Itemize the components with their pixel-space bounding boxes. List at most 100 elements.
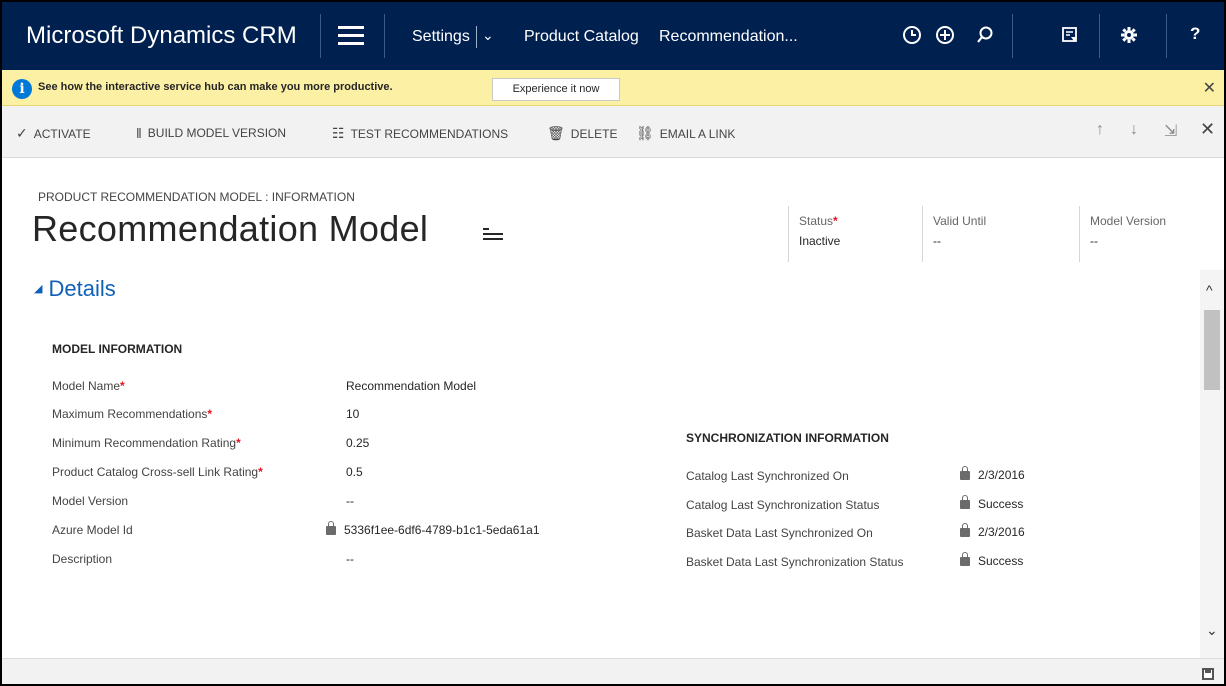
settings-chevron-down-icon[interactable]: ⌄	[482, 27, 494, 44]
previous-record-arrow-icon[interactable]: ↑	[1096, 121, 1104, 139]
email-link-label: EMAIL A LINK	[659, 126, 736, 141]
scrollbar-thumb[interactable]	[1204, 310, 1220, 390]
model-information-heading: MODEL INFORMATION	[52, 342, 183, 356]
field-label: Description	[52, 552, 113, 566]
basket-sync-status-field[interactable]: Success	[960, 552, 1024, 568]
scroll-up-arrow-icon[interactable]: ^	[1206, 282, 1213, 298]
field-label: Basket Data Last Synchronized On	[686, 526, 873, 540]
field-label: Product Catalog Cross-sell Link Rating*	[52, 465, 263, 479]
minimum-rating-value[interactable]: 0.25	[346, 436, 369, 450]
basket-last-sync-field[interactable]: 2/3/2016	[960, 523, 1025, 539]
activate-button[interactable]: ✓ ACTIVATE	[16, 125, 91, 142]
test-icon: ☷	[332, 125, 345, 141]
field-label: Minimum Recommendation Rating*	[52, 436, 241, 450]
model-version-header-label: Model Version	[1090, 214, 1167, 228]
valid-until-value: --	[933, 234, 941, 248]
header-status-field[interactable]: Status* Inactive	[788, 206, 918, 262]
build-icon: ǁ	[136, 125, 142, 141]
checkmark-icon: ✓	[16, 125, 28, 141]
azure-model-id-value: 5336f1ee-6df6-4789-b1c1-5eda61a1	[344, 523, 540, 537]
crm-window: Microsoft Dynamics CRM Settings ⌄ Produc…	[0, 0, 1226, 686]
build-model-version-label: BUILD MODEL VERSION	[147, 126, 287, 140]
close-form-icon[interactable]: ✕	[1200, 119, 1215, 140]
catalog-sync-status-value: Success	[978, 497, 1024, 511]
delete-label: DELETE	[570, 126, 618, 141]
breadcrumb-recommendation[interactable]: Recommendation...	[659, 28, 798, 46]
lock-icon	[960, 552, 970, 566]
nav-divider	[1012, 14, 1013, 58]
basket-sync-status-value: Success	[978, 554, 1024, 568]
cross-sell-rating-value[interactable]: 0.5	[346, 465, 363, 479]
link-icon: ⛓︎	[636, 125, 654, 141]
advanced-find-icon[interactable]	[1055, 20, 1085, 50]
catalog-sync-status-field[interactable]: Success	[960, 495, 1024, 511]
field-label: Azure Model Id	[52, 523, 133, 537]
description-value[interactable]: --	[346, 552, 354, 566]
header-model-version-field[interactable]: Model Version --	[1079, 206, 1199, 262]
notification-bar: i See how the interactive service hub ca…	[2, 70, 1224, 106]
gear-icon[interactable]	[1114, 20, 1144, 50]
catalog-last-sync-value: 2/3/2016	[978, 468, 1025, 482]
clock-icon[interactable]	[897, 20, 927, 50]
delete-button[interactable]: 🗑︎ DELETE	[547, 125, 617, 142]
field-label: Catalog Last Synchronized On	[686, 469, 849, 483]
breadcrumb-product-catalog[interactable]: Product Catalog	[524, 28, 639, 46]
nav-divider	[384, 14, 385, 58]
help-icon[interactable]: ?	[1190, 24, 1200, 44]
model-version-header-value: --	[1090, 234, 1098, 248]
header-valid-until-field[interactable]: Valid Until --	[922, 206, 1062, 262]
basket-last-sync-value: 2/3/2016	[978, 525, 1025, 539]
model-name-value[interactable]: Recommendation Model	[346, 379, 476, 393]
test-recommendations-label: TEST RECOMMENDATIONS	[350, 126, 509, 141]
field-label: Maximum Recommendations*	[52, 407, 213, 421]
maximum-recommendations-value[interactable]: 10	[346, 407, 359, 421]
test-recommendations-button[interactable]: ☷ TEST RECOMMENDATIONS	[332, 125, 508, 142]
field-label: Model Name*	[52, 379, 125, 393]
notification-close-icon[interactable]: ✕	[1203, 78, 1216, 98]
lock-icon	[960, 495, 970, 509]
field-label: Model Version	[52, 494, 129, 508]
command-bar: ✓ ACTIVATE ǁ BUILD MODEL VERSION ☷ TEST …	[2, 106, 1224, 158]
status-value: Inactive	[799, 234, 841, 248]
status-label: Status	[799, 214, 834, 228]
details-section-title: Details	[48, 276, 116, 301]
top-navigation-bar: Microsoft Dynamics CRM Settings ⌄ Produc…	[2, 2, 1224, 70]
expand-icon[interactable]: ⇲	[1164, 121, 1177, 141]
details-section-toggle[interactable]: ◢ Details	[34, 276, 116, 302]
plus-circle-icon[interactable]	[930, 20, 960, 50]
vertical-scrollbar[interactable]: ^ ⌄	[1200, 270, 1224, 658]
nav-divider	[320, 14, 321, 58]
build-model-version-button[interactable]: ǁ BUILD MODEL VERSION	[136, 125, 286, 141]
sync-information-heading: SYNCHRONIZATION INFORMATION	[686, 431, 889, 445]
trash-icon: 🗑︎	[547, 125, 565, 141]
field-label: Basket Data Last Synchronization Status	[686, 555, 904, 569]
record-title: Recommendation Model	[32, 208, 429, 249]
form-selector-menu-icon[interactable]	[483, 228, 503, 246]
azure-model-id-field[interactable]: 5336f1ee-6df6-4789-b1c1-5eda61a1	[326, 521, 540, 537]
notification-text: See how the interactive service hub can …	[38, 81, 393, 93]
next-record-arrow-icon[interactable]: ↓	[1130, 121, 1138, 139]
lock-icon	[960, 523, 970, 537]
lock-icon	[960, 466, 970, 480]
experience-it-now-button[interactable]: Experience it now	[492, 78, 620, 101]
field-label: Catalog Last Synchronization Status	[686, 498, 880, 512]
email-link-button[interactable]: ⛓︎ EMAIL A LINK	[636, 125, 735, 142]
scroll-down-arrow-icon[interactable]: ⌄	[1206, 622, 1218, 639]
form-footer	[2, 658, 1224, 684]
required-marker: *	[833, 214, 838, 228]
catalog-last-sync-field[interactable]: 2/3/2016	[960, 466, 1025, 482]
lock-icon	[326, 521, 336, 535]
nav-divider	[1099, 14, 1100, 58]
search-icon[interactable]	[970, 20, 1000, 50]
collapse-triangle-icon: ◢	[34, 283, 43, 295]
save-icon[interactable]	[1202, 668, 1214, 680]
info-icon: i	[12, 79, 32, 99]
model-version-value[interactable]: --	[346, 494, 354, 508]
valid-until-label: Valid Until	[933, 214, 987, 228]
app-title[interactable]: Microsoft Dynamics CRM	[26, 22, 297, 50]
entity-form-label: PRODUCT RECOMMENDATION MODEL : INFORMATI…	[38, 190, 355, 204]
nav-settings[interactable]: Settings	[412, 28, 470, 46]
hamburger-menu-icon[interactable]	[338, 26, 364, 46]
activate-label: ACTIVATE	[33, 126, 91, 141]
nav-divider	[1166, 14, 1167, 58]
